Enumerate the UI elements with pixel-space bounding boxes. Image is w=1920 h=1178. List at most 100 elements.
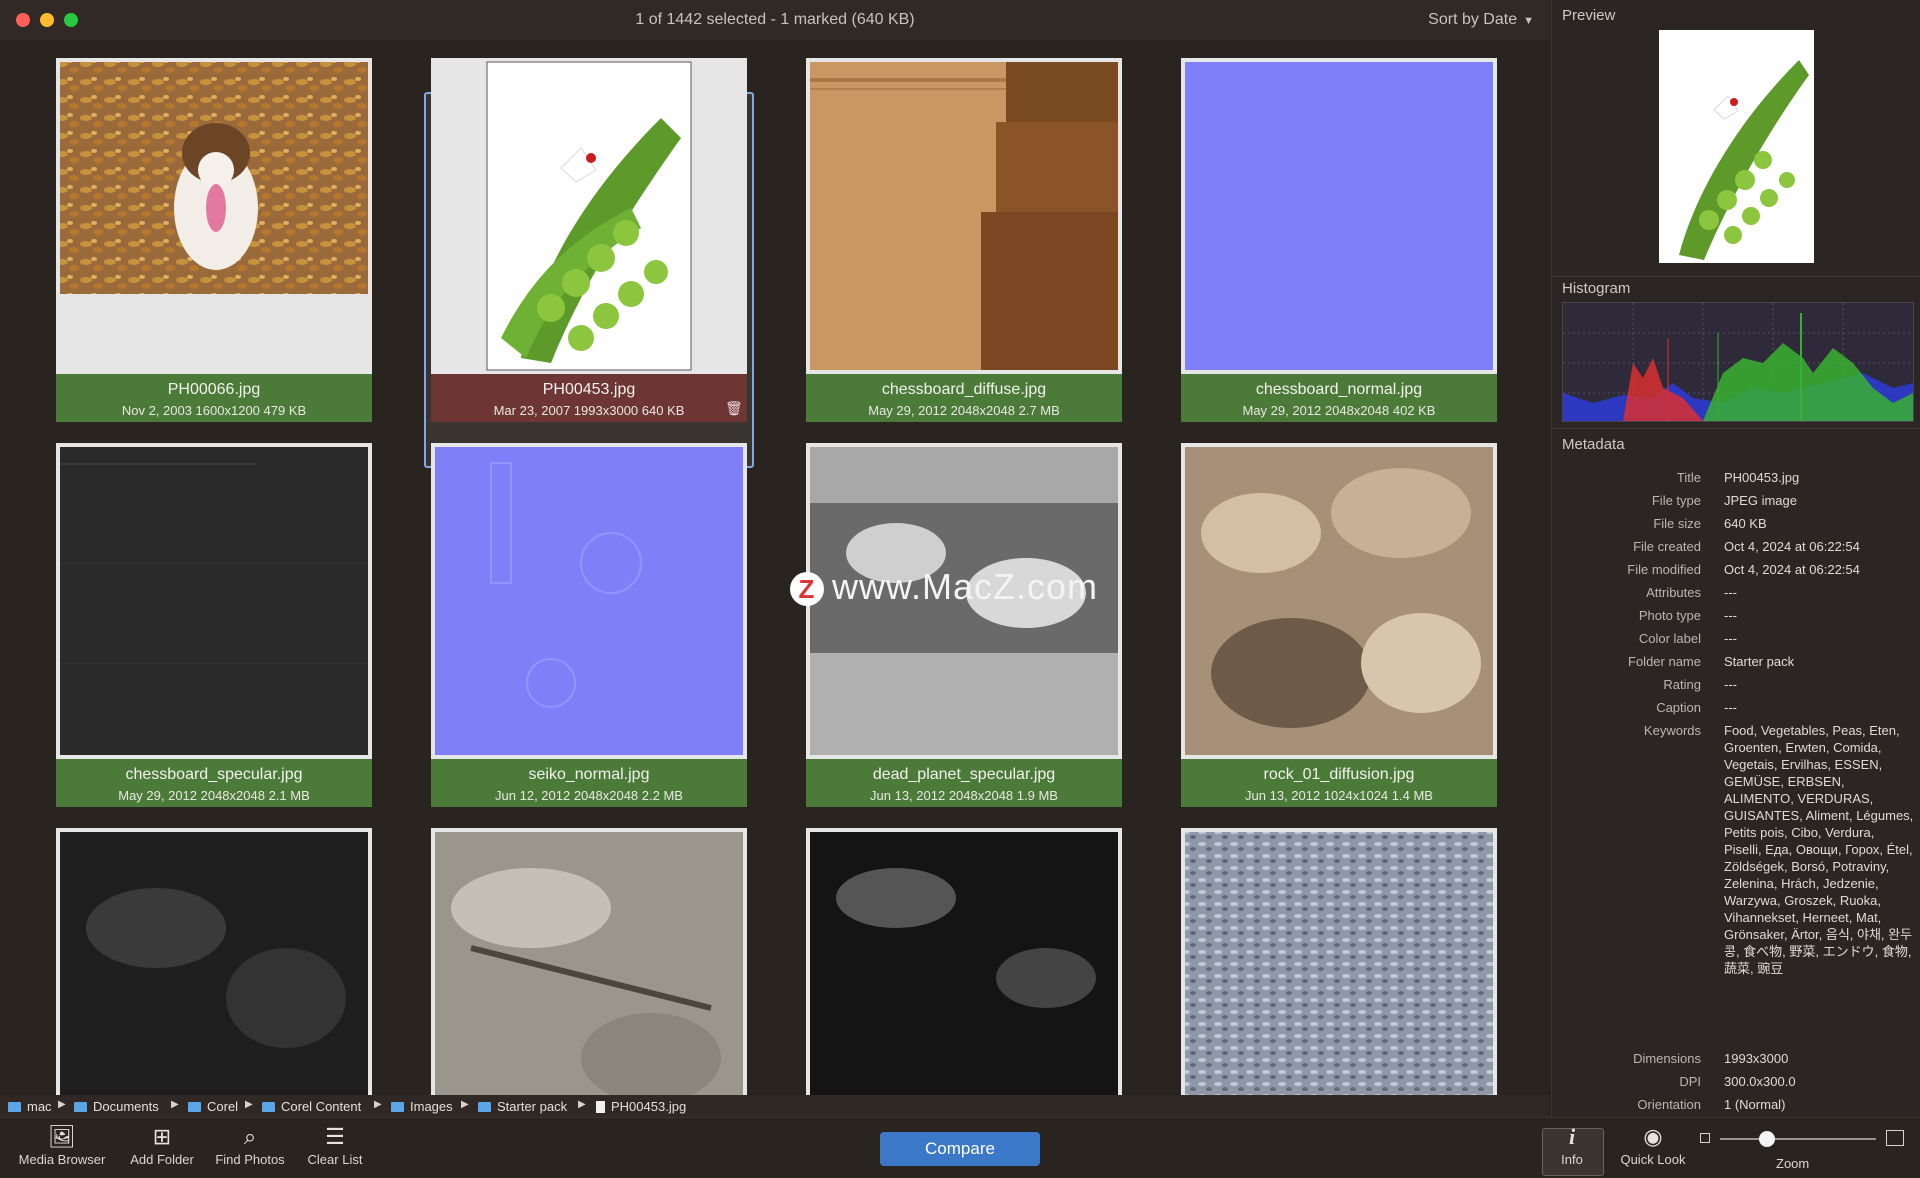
metadata-row-dpi: DPI 300.0x300.0 (1552, 1074, 1920, 1097)
zoom-label: Zoom (1776, 1156, 1810, 1171)
path-segment-corel[interactable]: Corel (188, 1099, 238, 1114)
path-segment-mac[interactable]: mac (8, 1099, 52, 1114)
photo-caption: chessboard_specular.jpg May 29, 2012 204… (56, 759, 372, 807)
gravel-texture-photo (1181, 828, 1497, 1095)
watermark: Zwww.MacZ.com (790, 566, 1098, 610)
photo-thumbnail (806, 58, 1122, 374)
photo-thumbnail (56, 828, 372, 1095)
metadata-row-file-type: File type JPEG image (1552, 493, 1920, 516)
metadata-row-keywords: Keywords Food, Vegetables, Peas, Eten, Gr… (1552, 723, 1920, 1051)
metadata-row-file-size: File size 640 KB (1552, 516, 1920, 539)
metadata-row-folder-name: Folder name Starter pack (1552, 654, 1920, 677)
metadata-row-orientation: Orientation 1 (Normal) (1552, 1097, 1920, 1120)
eye-icon: ◉ (1643, 1124, 1663, 1149)
chevron-down-icon: ▼ (1523, 15, 1534, 27)
photo-thumbnail (1181, 443, 1497, 759)
add-folder-label: Add Folder (130, 1152, 194, 1167)
find-photos-button[interactable]: ⌕ Find Photos (208, 1124, 292, 1167)
metadata-key: DPI (1679, 1074, 1701, 1089)
photo-info: May 29, 2012 2048x2048 2.7 MB (868, 403, 1060, 418)
folder-icon (478, 1102, 491, 1112)
info-icon: i (1568, 1124, 1576, 1149)
photo-filename: dead_planet_specular.jpg (872, 766, 1056, 783)
metadata-row-caption: Caption --- (1552, 700, 1920, 723)
metadata-key: Caption (1656, 700, 1701, 715)
panel-divider (1552, 276, 1920, 277)
metadata-value: Oct 4, 2024 at 06:22:54 (1724, 539, 1860, 554)
zoom-slider-knob[interactable] (1758, 1131, 1775, 1147)
wood-texture-photo (806, 58, 1122, 374)
metadata-value: JPEG image (1724, 493, 1797, 508)
path-segment-label: Documents (93, 1099, 159, 1114)
info-button[interactable]: i Info (1542, 1124, 1602, 1167)
path-segment-label: mac (27, 1099, 52, 1114)
sort-dropdown[interactable]: Sort by Date ▼ (1428, 11, 1534, 29)
path-separator-icon: ▶ (578, 1099, 586, 1110)
photo-info: Mar 23, 2007 1993x3000 640 KB (493, 403, 685, 418)
path-separator-icon: ▶ (171, 1099, 179, 1110)
photo-caption: PH00066.jpg Nov 2, 2003 1600x1200 479 KB (56, 374, 372, 422)
metadata-value: --- (1724, 700, 1737, 715)
path-segment-documents[interactable]: Documents (74, 1099, 159, 1114)
photo-thumbnail (431, 828, 747, 1095)
metadata-value: 640 KB (1724, 516, 1767, 531)
peas-photo (431, 58, 747, 374)
preview-title: Preview (1562, 7, 1616, 24)
zoom-in-icon[interactable] (1886, 1130, 1904, 1146)
clear-list-button[interactable]: ☰ Clear List (298, 1124, 372, 1167)
photo-caption: PH00453.jpg Mar 23, 2007 1993x3000 640 K… (431, 374, 747, 422)
metadata-key: Rating (1663, 677, 1701, 692)
metadata-key: File type (1651, 493, 1701, 508)
metadata-row-attributes: Attributes --- (1552, 585, 1920, 608)
photo-info: Jun 13, 2012 1024x1024 1.4 MB (1245, 788, 1433, 803)
bottom-toolbar: 🖼 Media Browser ⊞ Add Folder ⌕ Find Phot… (0, 1117, 1920, 1178)
quick-look-button[interactable]: ◉ Quick Look (1612, 1124, 1694, 1167)
compare-button[interactable]: Compare (880, 1132, 1040, 1166)
media-browser-button[interactable]: 🖼 Media Browser (12, 1124, 112, 1167)
add-folder-button[interactable]: ⊞ Add Folder (122, 1124, 202, 1167)
watermark-logo: Z (790, 572, 824, 607)
trash-icon[interactable]: 🗑 (725, 400, 743, 416)
dark-wood-texture-photo (56, 443, 372, 759)
metadata-key: File created (1633, 539, 1701, 554)
media-browser-label: Media Browser (18, 1152, 106, 1167)
dark-rock-texture-photo (56, 828, 372, 1095)
metadata-key: Photo type (1638, 608, 1701, 623)
metadata-key: Color label (1638, 631, 1701, 646)
metadata-key: Folder name (1628, 654, 1701, 669)
photo-grid[interactable]: PH00066.jpg Nov 2, 2003 1600x1200 479 KB… (0, 40, 1550, 1095)
photo-info: Nov 2, 2003 1600x1200 479 KB (121, 403, 307, 418)
photo-filename: PH00066.jpg (167, 381, 261, 398)
watermark-text: www.MacZ.com (832, 566, 1099, 607)
dog-photo (60, 62, 368, 374)
metadata-row-photo-type: Photo type --- (1552, 608, 1920, 631)
path-segment-starter-pack[interactable]: Starter pack (478, 1099, 567, 1114)
histogram-graph (1563, 303, 1913, 421)
histogram-title: Histogram (1562, 280, 1631, 297)
photo-filename: PH00453.jpg (542, 381, 636, 398)
normal-map-photo (431, 443, 747, 759)
path-segment-corel-content[interactable]: Corel Content (262, 1099, 361, 1114)
path-segment-label: Corel (207, 1099, 239, 1114)
photo-thumbnail (56, 58, 372, 374)
path-segment-images[interactable]: Images (391, 1099, 453, 1114)
path-separator-icon: ▶ (374, 1099, 382, 1110)
find-photos-label: Find Photos (215, 1152, 285, 1167)
file-icon (596, 1101, 605, 1113)
path-separator-icon: ▶ (58, 1099, 66, 1110)
photo-caption: dead_planet_specular.jpg Jun 13, 2012 20… (806, 759, 1122, 807)
photo-thumbnail (56, 443, 372, 759)
zoom-out-icon[interactable] (1700, 1133, 1710, 1143)
stone-texture-photo (431, 828, 747, 1095)
path-separator-icon: ▶ (461, 1099, 469, 1110)
normal-map-photo (1181, 58, 1497, 374)
zoom-slider[interactable] (1720, 1138, 1876, 1140)
folder-icon (391, 1102, 404, 1112)
metadata-value: PH00453.jpg (1724, 470, 1800, 485)
path-segment-file[interactable]: PH00453.jpg (596, 1099, 686, 1114)
metadata-value: Food, Vegetables, Peas, Eten, Groenten, … (1724, 723, 1914, 976)
selection-status: 1 of 1442 selected - 1 marked (640 KB) (635, 11, 915, 28)
rock-texture-photo (1181, 443, 1497, 759)
peas-preview-photo (1659, 30, 1814, 263)
clear-list-label: Clear List (307, 1152, 363, 1167)
